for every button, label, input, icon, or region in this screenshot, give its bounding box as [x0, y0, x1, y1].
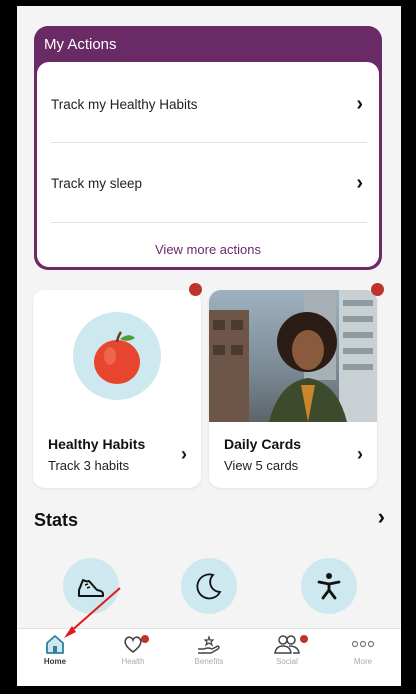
tile-title: Daily Cards [224, 436, 302, 452]
moon-icon [196, 573, 222, 600]
divider [51, 222, 367, 223]
app-screen: My Actions Track my Healthy Habits › Tra… [17, 6, 401, 686]
stats-chevron-right-icon[interactable]: › [378, 504, 385, 530]
view-more-actions-link[interactable]: View more actions [37, 242, 379, 257]
nav-label: Social [276, 657, 298, 666]
daily-cards-tile[interactable]: Daily Cards View 5 cards › [209, 290, 377, 488]
photo-illustration [209, 290, 377, 422]
notification-dot [141, 635, 149, 643]
nav-home[interactable]: Home [25, 633, 85, 666]
tile-title: Healthy Habits [48, 436, 146, 452]
woman-photo [209, 290, 377, 422]
nav-label: Benefits [194, 657, 224, 666]
healthy-habits-tile[interactable]: Healthy Habits Track 3 habits › [33, 290, 201, 488]
chevron-right-icon: › [357, 444, 363, 464]
tile-subtitle: Track 3 habits [48, 458, 130, 473]
stat-sleep[interactable] [181, 558, 237, 614]
tile-subtitle: View 5 cards [224, 458, 299, 473]
nav-label: Health [121, 657, 145, 666]
my-actions-title: My Actions [44, 36, 117, 53]
my-actions-list: Track my Healthy Habits › Track my sleep… [37, 62, 379, 267]
action-track-healthy-habits[interactable]: Track my Healthy Habits › [51, 80, 367, 128]
people-icon [274, 635, 300, 654]
chevron-right-icon: › [356, 171, 363, 194]
more-dots-icon [351, 640, 375, 648]
nav-social[interactable]: Social [257, 633, 317, 666]
notification-dot [300, 635, 308, 643]
divider [51, 142, 367, 143]
nav-benefits[interactable]: Benefits [179, 633, 239, 666]
stat-steps[interactable] [63, 558, 119, 614]
notification-dot [371, 283, 384, 296]
action-label: Track my Healthy Habits [51, 96, 198, 112]
nav-label: More [353, 657, 373, 666]
activity-person-icon [317, 573, 341, 600]
home-icon [46, 635, 64, 654]
nav-label: Home [43, 657, 67, 666]
nav-more[interactable]: More [333, 633, 393, 666]
shoe-icon [78, 579, 104, 597]
notification-dot [189, 283, 202, 296]
stats-title: Stats [34, 510, 79, 530]
action-track-sleep[interactable]: Track my sleep › [51, 159, 367, 207]
nav-health[interactable]: Health [103, 633, 163, 666]
my-actions-card: My Actions Track my Healthy Habits › Tra… [34, 26, 382, 270]
apple-icon [94, 331, 140, 384]
stat-activity[interactable] [301, 558, 357, 614]
bottom-navigation: Home Health Benefits Social More [17, 628, 401, 686]
chevron-right-icon: › [181, 444, 187, 464]
apple-icon-circle [73, 312, 161, 400]
chevron-right-icon: › [356, 92, 363, 115]
action-label: Track my sleep [51, 175, 143, 191]
benefits-hand-icon [198, 635, 220, 654]
